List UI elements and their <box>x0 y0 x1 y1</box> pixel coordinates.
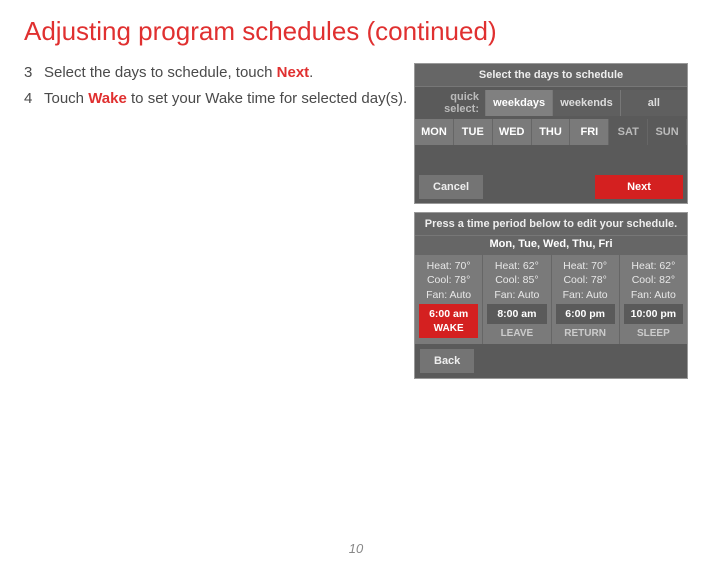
period-wake[interactable]: Heat: 70° Cool: 78° Fan: Auto 6:00 am WA… <box>415 255 482 344</box>
return-cool: Cool: 78° <box>554 273 617 287</box>
back-button[interactable]: Back <box>420 349 474 373</box>
leave-label: LEAVE <box>485 327 548 345</box>
wake-fan: Fan: Auto <box>417 288 480 302</box>
sleep-label: SLEEP <box>622 327 685 345</box>
page-number: 10 <box>0 541 712 556</box>
screen2-subtitle: Mon, Tue, Wed, Thu, Fri <box>415 235 687 255</box>
return-heat: Heat: 70° <box>554 259 617 273</box>
next-keyword: Next <box>277 64 310 81</box>
period-sleep[interactable]: Heat: 62° Cool: 82° Fan: Auto 10:00 pm S… <box>619 255 687 344</box>
step-number-3: 3 <box>24 63 44 83</box>
day-thu[interactable]: THU <box>532 119 571 145</box>
day-tue[interactable]: TUE <box>454 119 493 145</box>
instruction-steps: 3 Select the days to schedule, touch Nex… <box>24 63 414 116</box>
quick-weekends[interactable]: weekends <box>552 90 619 116</box>
wake-cool: Cool: 78° <box>417 273 480 287</box>
sleep-heat: Heat: 62° <box>622 259 685 273</box>
sleep-cool: Cool: 82° <box>622 273 685 287</box>
quick-weekdays[interactable]: weekdays <box>485 90 552 116</box>
sleep-fan: Fan: Auto <box>622 288 685 302</box>
screen2-title: Press a time period below to edit your s… <box>415 213 687 235</box>
wake-keyword: Wake <box>88 90 127 107</box>
period-return[interactable]: Heat: 70° Cool: 78° Fan: Auto 6:00 pm RE… <box>551 255 619 344</box>
leave-fan: Fan: Auto <box>485 288 548 302</box>
cancel-button[interactable]: Cancel <box>419 175 483 199</box>
leave-heat: Heat: 62° <box>485 259 548 273</box>
step-3-text: Select the days to schedule, touch Next. <box>44 63 414 83</box>
return-time: 6:00 pm <box>556 304 615 324</box>
screenshot-time-periods: Press a time period below to edit your s… <box>414 212 688 379</box>
quick-all[interactable]: all <box>620 90 687 116</box>
wake-time: 6:00 am WAKE <box>419 304 478 339</box>
page-title: Adjusting program schedules (continued) <box>24 16 688 47</box>
return-label: RETURN <box>554 327 617 345</box>
screenshot-select-days: Select the days to schedule quick select… <box>414 63 688 204</box>
day-wed[interactable]: WED <box>493 119 532 145</box>
step-number-4: 4 <box>24 89 44 109</box>
leave-time: 8:00 am <box>487 304 546 324</box>
return-fan: Fan: Auto <box>554 288 617 302</box>
leave-cool: Cool: 85° <box>485 273 548 287</box>
screen1-title: Select the days to schedule <box>415 64 687 86</box>
period-leave[interactable]: Heat: 62° Cool: 85° Fan: Auto 8:00 am LE… <box>482 255 550 344</box>
next-button[interactable]: Next <box>595 175 683 199</box>
day-sun[interactable]: SUN <box>648 119 687 145</box>
day-sat[interactable]: SAT <box>609 119 648 145</box>
day-fri[interactable]: FRI <box>570 119 609 145</box>
step-4-text: Touch Wake to set your Wake time for sel… <box>44 89 414 109</box>
sleep-time: 10:00 pm <box>624 304 683 324</box>
quick-select-label: quick select: <box>415 87 485 119</box>
wake-heat: Heat: 70° <box>417 259 480 273</box>
day-mon[interactable]: MON <box>415 119 454 145</box>
